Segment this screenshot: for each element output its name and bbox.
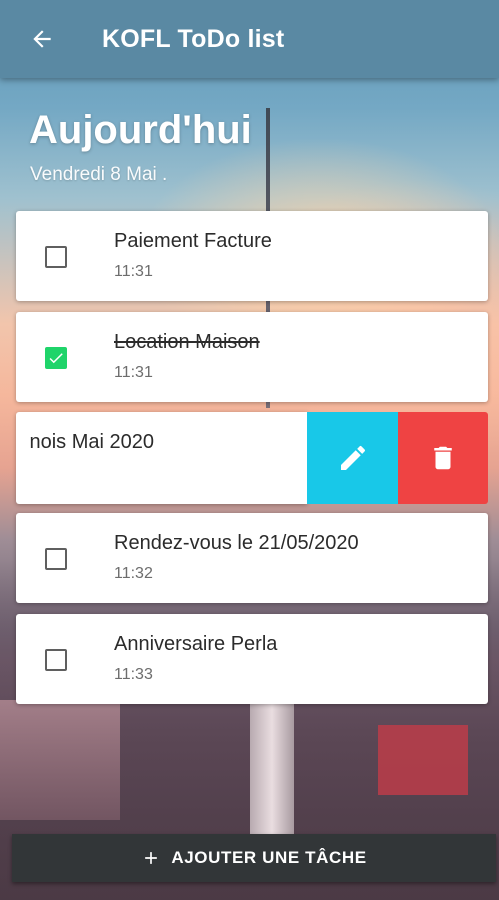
task-card[interactable]: Location Maison 11:31: [16, 312, 488, 402]
page-title: Aujourd'hui: [29, 108, 252, 152]
add-task-label: AJOUTER UNE TÂCHE: [171, 848, 367, 867]
task-title: Anniversaire Perla: [114, 633, 278, 655]
task-card[interactable]: Rendez-vous le 21/05/2020 11:32: [16, 513, 488, 603]
task-card-swiped[interactable]: nois Mai 2020: [16, 412, 307, 504]
task-checkbox[interactable]: [45, 649, 67, 671]
task-title: Rendez-vous le 21/05/2020: [114, 532, 359, 554]
app-bar: KOFL ToDo list: [0, 0, 499, 78]
edit-button[interactable]: [307, 412, 398, 504]
task-title: Paiement Facture: [114, 230, 272, 252]
arrow-back-icon: [33, 30, 51, 48]
page-date: Vendredi 8 Mai .: [30, 164, 168, 185]
plus-icon: [141, 848, 161, 868]
trash-icon: [434, 446, 452, 470]
task-checkbox[interactable]: [45, 246, 67, 268]
delete-button[interactable]: [398, 412, 488, 504]
task-title: nois Mai 2020: [29, 431, 154, 453]
checkmark-icon: [49, 353, 63, 364]
task-checkbox[interactable]: [45, 548, 67, 570]
task-time: 11:31: [114, 364, 153, 381]
app-title: KOFL ToDo list: [102, 24, 285, 53]
swiped-task-row[interactable]: nois Mai 2020: [0, 412, 488, 504]
task-checkbox-checked[interactable]: [45, 347, 67, 369]
add-task-button[interactable]: AJOUTER UNE TÂCHE: [12, 834, 496, 882]
task-time: 11:31: [114, 263, 153, 280]
tv-tower-shaft: [250, 690, 294, 840]
task-card[interactable]: Paiement Facture 11:31: [16, 211, 488, 301]
task-title: Location Maison: [114, 331, 260, 353]
task-time: 11:32: [114, 565, 153, 582]
back-button[interactable]: [22, 19, 62, 59]
task-card[interactable]: Anniversaire Perla 11:33: [16, 614, 488, 704]
pencil-icon: [340, 445, 365, 470]
task-time: 11:33: [114, 666, 153, 683]
building-right: [378, 725, 468, 795]
building-left: [0, 700, 120, 820]
